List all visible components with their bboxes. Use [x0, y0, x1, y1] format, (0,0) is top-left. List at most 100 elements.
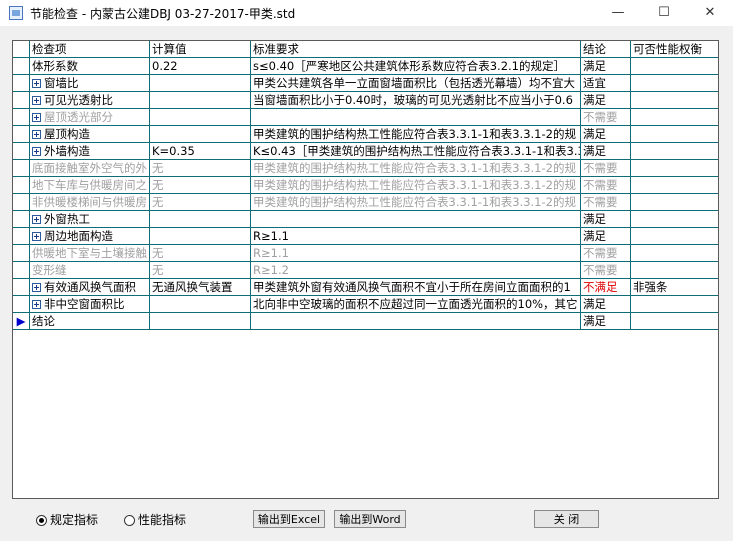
requirement-cell[interactable]: s≤0.40［严寒地区公共建筑体形系数应符合表3.2.1的规定］ — [250, 57, 581, 75]
tradeoff-cell[interactable]: 非强条 — [630, 278, 718, 296]
item-cell[interactable]: 可见光透射比 — [29, 91, 150, 109]
value-cell[interactable] — [149, 210, 251, 228]
conclusion-cell[interactable]: 不需要 — [580, 108, 631, 126]
item-cell[interactable]: 供暖地下室与土壤接触 — [29, 244, 150, 262]
expand-icon[interactable] — [32, 232, 41, 241]
item-cell[interactable]: 有效通风换气面积 — [29, 278, 150, 296]
item-cell[interactable]: 变形缝 — [29, 261, 150, 279]
table-row[interactable]: 有效通风换气面积 无通风换气装置 甲类建筑外窗有效通风换气面积不宜小于所在房间立… — [13, 278, 718, 296]
tradeoff-cell[interactable] — [630, 227, 718, 245]
value-cell[interactable] — [149, 91, 251, 109]
value-cell[interactable]: 无 — [149, 159, 251, 177]
table-row[interactable]: 屋顶构造 甲类建筑的围护结构热工性能应符合表3.3.1-1和表3.3.1-2的规… — [13, 125, 718, 143]
table-row[interactable]: 外窗热工 满足 — [13, 210, 718, 228]
conclusion-cell[interactable]: 不需要 — [580, 176, 631, 194]
item-cell[interactable]: 窗墙比 — [29, 74, 150, 92]
value-cell[interactable]: 无 — [149, 261, 251, 279]
value-cell[interactable]: 无 — [149, 244, 251, 262]
requirement-cell[interactable]: R≥1.1 — [250, 227, 581, 245]
requirement-cell[interactable]: 甲类建筑的围护结构热工性能应符合表3.3.1-1和表3.3.1-2的规 — [250, 159, 581, 177]
table-row[interactable]: 地下车库与供暖房间之 无 甲类建筑的围护结构热工性能应符合表3.3.1-1和表3… — [13, 176, 718, 194]
tradeoff-cell[interactable] — [630, 193, 718, 211]
table-row[interactable]: 变形缝 无 R≥1.2 不需要 — [13, 261, 718, 279]
conclusion-cell[interactable]: 满足 — [580, 312, 631, 330]
tradeoff-cell[interactable] — [630, 159, 718, 177]
table-row[interactable]: 窗墙比 甲类公共建筑各单一立面窗墙面积比（包括透光幕墙）均不宜大 适宜 — [13, 74, 718, 92]
item-cell[interactable]: 非中空窗面积比 — [29, 295, 150, 313]
value-cell[interactable] — [149, 125, 251, 143]
value-cell[interactable] — [149, 227, 251, 245]
requirement-cell[interactable]: 甲类建筑的围护结构热工性能应符合表3.3.1-1和表3.3.1-2的规 — [250, 176, 581, 194]
table-row[interactable]: 周边地面构造 R≥1.1 满足 — [13, 227, 718, 245]
export-excel-button[interactable]: 输出到Excel — [253, 510, 325, 528]
tradeoff-cell[interactable] — [630, 142, 718, 160]
tradeoff-cell[interactable] — [630, 295, 718, 313]
table-row[interactable]: 可见光透射比 当窗墙面积比小于0.40时，玻璃的可见光透射比不应当小于0.6 满… — [13, 91, 718, 109]
minimize-button[interactable]: — — [595, 0, 641, 26]
conclusion-cell[interactable]: 不需要 — [580, 261, 631, 279]
conclusion-cell[interactable]: 满足 — [580, 295, 631, 313]
requirement-cell[interactable]: 甲类公共建筑各单一立面窗墙面积比（包括透光幕墙）均不宜大 — [250, 74, 581, 92]
value-cell[interactable] — [149, 108, 251, 126]
requirement-cell[interactable] — [250, 312, 581, 330]
value-cell[interactable]: 无通风换气装置 — [149, 278, 251, 296]
requirement-cell[interactable]: R≥1.2 — [250, 261, 581, 279]
column-header-value[interactable]: 计算值 — [149, 41, 251, 58]
requirement-cell[interactable]: 北向非中空玻璃的面积不应超过同一立面透光面积的10%，其它 — [250, 295, 581, 313]
table-row[interactable]: 非中空窗面积比 北向非中空玻璃的面积不应超过同一立面透光面积的10%，其它 满足 — [13, 295, 718, 313]
column-header-conclusion[interactable]: 结论 — [580, 41, 631, 58]
conclusion-cell[interactable]: 满足 — [580, 142, 631, 160]
table-row[interactable]: 体形系数 0.22 s≤0.40［严寒地区公共建筑体形系数应符合表3.2.1的规… — [13, 57, 718, 75]
expand-icon[interactable] — [32, 130, 41, 139]
tradeoff-cell[interactable] — [630, 57, 718, 75]
value-cell[interactable]: 0.22 — [149, 57, 251, 75]
radio-standard-indicators[interactable]: 规定指标 — [36, 511, 98, 528]
expand-icon[interactable] — [32, 300, 41, 309]
conclusion-cell[interactable]: 满足 — [580, 91, 631, 109]
radio-performance-indicators[interactable]: 性能指标 — [124, 511, 186, 528]
requirement-cell[interactable]: 甲类建筑的围护结构热工性能应符合表3.3.1-1和表3.3.1-2的规 — [250, 125, 581, 143]
value-cell[interactable]: 无 — [149, 193, 251, 211]
tradeoff-cell[interactable] — [630, 125, 718, 143]
value-cell[interactable] — [149, 295, 251, 313]
column-header-requirement[interactable]: 标准要求 — [250, 41, 581, 58]
item-cell[interactable]: 外窗热工 — [29, 210, 150, 228]
item-cell[interactable]: 周边地面构造 — [29, 227, 150, 245]
table-row[interactable]: 供暖地下室与土壤接触 无 R≥1.1 不需要 — [13, 244, 718, 262]
item-cell[interactable]: 屋顶透光部分 — [29, 108, 150, 126]
column-header-item[interactable]: 检查项 — [29, 41, 150, 58]
value-cell[interactable] — [149, 74, 251, 92]
item-cell[interactable]: 结论 — [29, 312, 150, 330]
conclusion-cell[interactable]: 不需要 — [580, 159, 631, 177]
value-cell[interactable]: 无 — [149, 176, 251, 194]
requirement-cell[interactable]: 甲类建筑的围护结构热工性能应符合表3.3.1-1和表3.3.1-2的规 — [250, 193, 581, 211]
table-row[interactable]: 非供暖楼梯间与供暖房 无 甲类建筑的围护结构热工性能应符合表3.3.1-1和表3… — [13, 193, 718, 211]
conclusion-cell[interactable]: 不需要 — [580, 244, 631, 262]
table-row[interactable]: 外墙构造 K=0.35 K≤0.43［甲类建筑的围护结构热工性能应符合表3.3.… — [13, 142, 718, 160]
conclusion-cell[interactable]: 适宜 — [580, 74, 631, 92]
close-window-button[interactable]: ✕ — [687, 0, 733, 26]
item-cell[interactable]: 屋顶构造 — [29, 125, 150, 143]
tradeoff-cell[interactable] — [630, 312, 718, 330]
item-cell[interactable]: 体形系数 — [29, 57, 150, 75]
expand-icon[interactable] — [32, 215, 41, 224]
item-cell[interactable]: 地下车库与供暖房间之 — [29, 176, 150, 194]
tradeoff-cell[interactable] — [630, 176, 718, 194]
maximize-button[interactable]: ☐ — [641, 0, 687, 26]
conclusion-cell[interactable]: 不需要 — [580, 193, 631, 211]
item-cell[interactable]: 外墙构造 — [29, 142, 150, 160]
conclusion-cell[interactable]: 满足 — [580, 125, 631, 143]
tradeoff-cell[interactable] — [630, 244, 718, 262]
value-cell[interactable]: K=0.35 — [149, 142, 251, 160]
conclusion-cell[interactable]: 不满足 — [580, 278, 631, 296]
close-button[interactable]: 关 闭 — [534, 510, 599, 528]
expand-icon[interactable] — [32, 283, 41, 292]
check-grid[interactable]: 检查项 计算值 标准要求 结论 可否性能权衡 体形系数 0.22 s≤0.40［… — [12, 40, 719, 499]
item-cell[interactable]: 非供暖楼梯间与供暖房 — [29, 193, 150, 211]
expand-icon[interactable] — [32, 79, 41, 88]
expand-icon[interactable] — [32, 147, 41, 156]
requirement-cell[interactable]: 当窗墙面积比小于0.40时，玻璃的可见光透射比不应当小于0.6 — [250, 91, 581, 109]
requirement-cell[interactable]: R≥1.1 — [250, 244, 581, 262]
requirement-cell[interactable]: K≤0.43［甲类建筑的围护结构热工性能应符合表3.3.1-1和表3.3 — [250, 142, 581, 160]
tradeoff-cell[interactable] — [630, 261, 718, 279]
